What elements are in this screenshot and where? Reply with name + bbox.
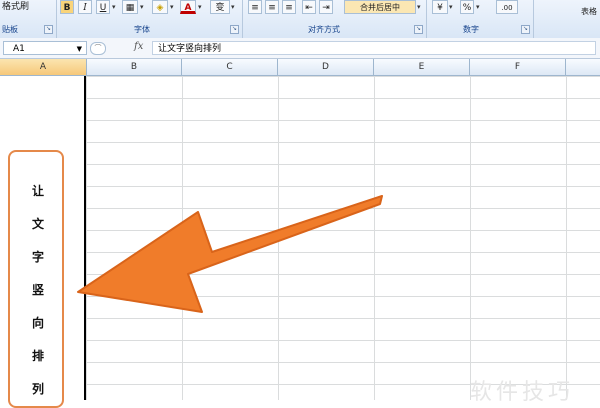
watermark: 软件技巧 [470, 380, 575, 405]
pointer-arrow-icon [77, 195, 383, 313]
pointer-arrow-shape [77, 195, 383, 313]
